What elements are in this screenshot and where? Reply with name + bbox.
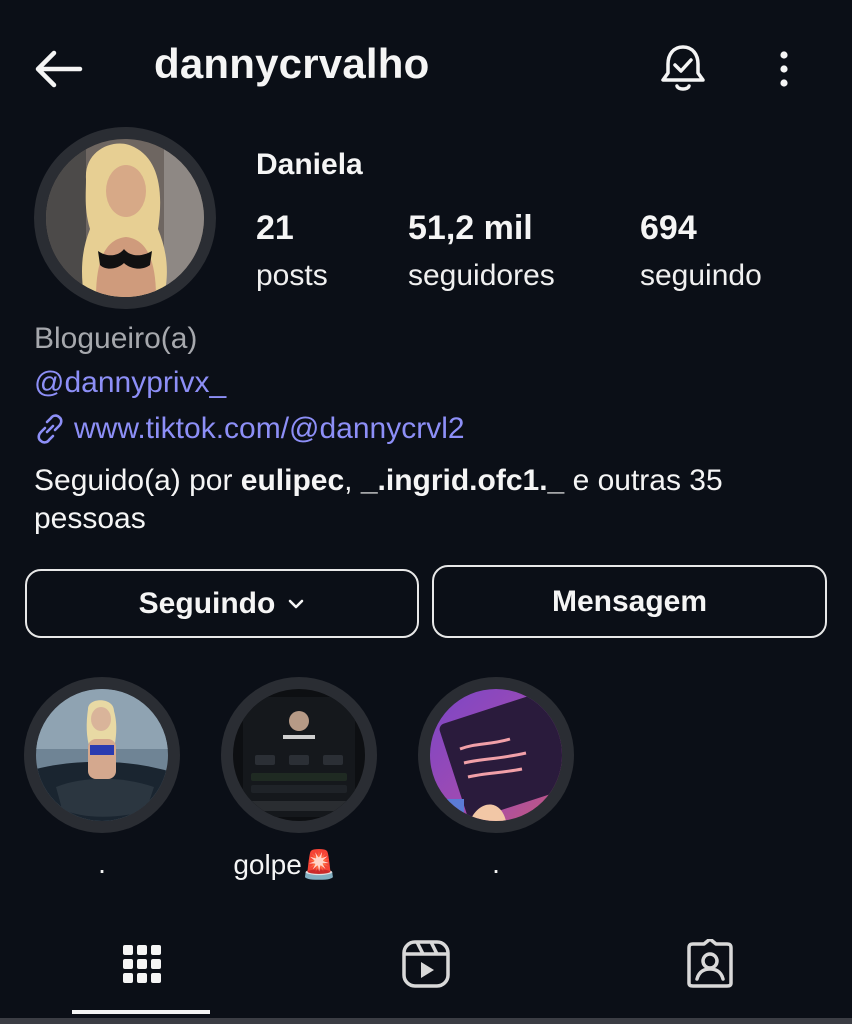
- back-button[interactable]: [30, 44, 86, 94]
- bio-mention-link[interactable]: @dannyprivx_: [34, 366, 226, 400]
- profile-display-name: Daniela: [256, 148, 363, 181]
- following-button[interactable]: Seguindo: [25, 569, 419, 638]
- posts-stat[interactable]: 21 posts: [256, 208, 328, 296]
- followed-by-text[interactable]: Seguido(a) por eulipec, _.ingrid.ofc1._ …: [34, 462, 824, 538]
- follower-username-2: _.ingrid.ofc1._: [360, 464, 565, 497]
- tagged-icon: [687, 939, 733, 988]
- bell-check-icon: [661, 45, 705, 91]
- highlight-1-label: .: [98, 848, 106, 879]
- grid-icon: [123, 945, 161, 983]
- highlight-2[interactable]: [221, 677, 377, 833]
- tab-posts-grid[interactable]: [116, 938, 168, 990]
- notifications-button[interactable]: [656, 40, 710, 96]
- posts-grid-preview: [0, 1018, 852, 1024]
- profile-avatar[interactable]: [34, 127, 216, 309]
- follower-username-1: eulipec: [240, 464, 345, 497]
- highlight-3-thumbnail: [430, 689, 562, 821]
- website-link[interactable]: www.tiktok.com/@dannycrvl2: [34, 412, 465, 446]
- highlight-1[interactable]: [24, 677, 180, 833]
- message-button-label: Mensagem: [551, 584, 708, 618]
- avatar-photo: [46, 139, 204, 297]
- chevron-down-icon: [289, 599, 304, 608]
- followers-count: 51,2 mil: [408, 209, 533, 247]
- highlight-3-label: .: [492, 848, 500, 879]
- followers-label: seguidores: [408, 259, 555, 292]
- more-options-button[interactable]: [766, 44, 802, 94]
- profile-username: dannycrvalho: [154, 40, 430, 87]
- tab-tagged[interactable]: [684, 938, 736, 990]
- posts-label: posts: [256, 259, 328, 292]
- following-button-label: Seguindo: [138, 586, 276, 620]
- more-vertical-icon: [780, 51, 788, 87]
- arrow-left-icon: [35, 50, 83, 88]
- followed-prefix: Seguido(a) por: [34, 464, 241, 497]
- following-count: 694: [640, 209, 697, 247]
- message-button[interactable]: Mensagem: [432, 565, 827, 638]
- following-stat[interactable]: 694 seguindo: [640, 208, 762, 296]
- highlight-1-thumbnail: [36, 689, 168, 821]
- website-url: www.tiktok.com/@dannycrvl2: [74, 412, 465, 445]
- followed-separator: ,: [344, 464, 361, 497]
- posts-count: 21: [256, 209, 294, 247]
- followers-stat[interactable]: 51,2 mil seguidores: [408, 208, 555, 296]
- link-icon: [37, 414, 63, 444]
- active-tab-indicator: [72, 1010, 210, 1014]
- profile-category: Blogueiro(a): [34, 322, 198, 355]
- following-label: seguindo: [640, 259, 762, 292]
- tab-reels[interactable]: [400, 938, 452, 990]
- reels-icon: [402, 940, 450, 988]
- highlight-2-thumbnail: [233, 689, 365, 821]
- highlight-2-label: golpe🚨: [233, 849, 337, 880]
- highlight-3[interactable]: [418, 677, 574, 833]
